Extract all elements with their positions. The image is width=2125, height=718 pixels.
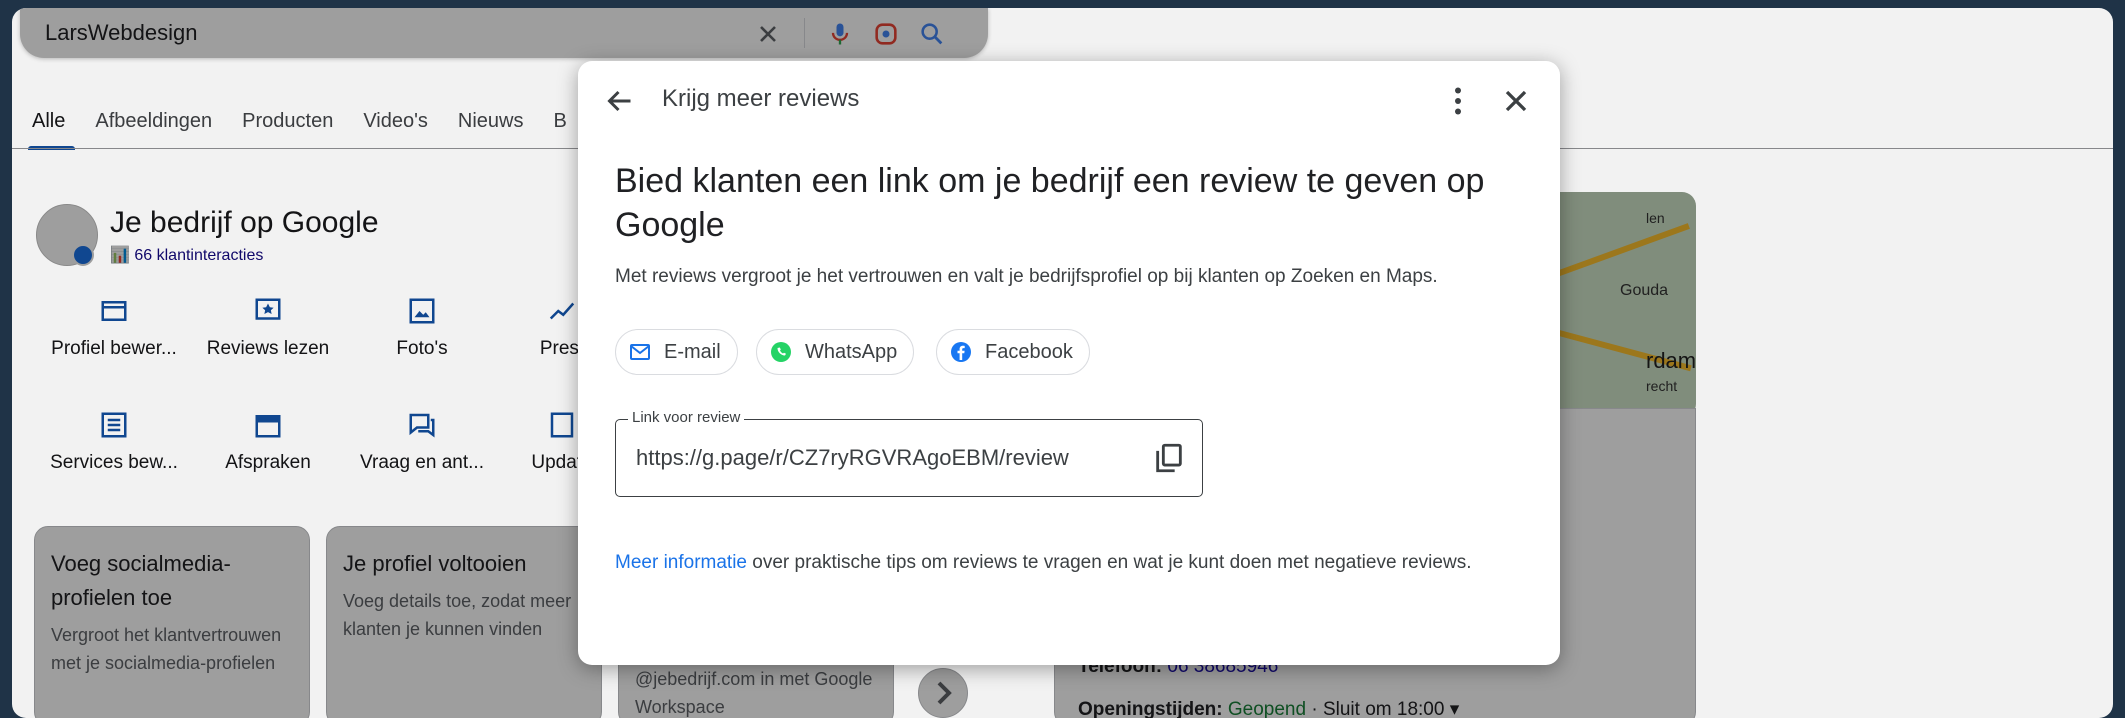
- share-facebook-label: Facebook: [985, 340, 1073, 363]
- close-icon[interactable]: [1498, 83, 1534, 119]
- search-divider: [804, 18, 805, 48]
- calendar-icon: [255, 415, 281, 438]
- card-title: Voeg socialmedia-profielen toe: [51, 551, 231, 610]
- search-tabs: Alle Afbeeldingen Producten Video's Nieu…: [27, 110, 597, 150]
- card-text: Voeg details toe, zodat meer klanten je …: [343, 591, 572, 639]
- card-title: Je profiel voltooien: [343, 551, 527, 576]
- chat-icon: [409, 413, 435, 438]
- storefront-icon: [101, 301, 127, 321]
- hours-dropdown[interactable]: · Sluit om 18:00 ▾: [1306, 699, 1459, 718]
- trend-icon: [549, 302, 575, 320]
- dialog-footer: Meer informatie over praktische tips om …: [615, 549, 1495, 577]
- action-label: Profiel bewer...: [51, 338, 177, 359]
- mic-icon[interactable]: [826, 20, 854, 48]
- whatsapp-icon: [771, 342, 791, 362]
- review-link-field: Link voor review: [615, 409, 1203, 497]
- card-complete-profile[interactable]: Je profiel voltooien Voeg details toe, z…: [326, 526, 602, 718]
- copy-icon[interactable]: [1152, 441, 1186, 475]
- search-bar[interactable]: LarsWebdesign: [20, 8, 988, 58]
- mail-icon: [630, 344, 650, 360]
- review-link-input[interactable]: [636, 442, 1136, 474]
- action-label: Foto's: [396, 338, 448, 359]
- tab-all[interactable]: Alle: [27, 110, 76, 150]
- list-icon: [101, 412, 127, 438]
- verified-badge-icon: [72, 244, 94, 266]
- dialog-title: Krijg meer reviews: [662, 85, 860, 112]
- facebook-icon: [951, 342, 971, 362]
- chevron-right-icon: [937, 681, 952, 705]
- lens-icon[interactable]: [872, 20, 900, 48]
- share-facebook-button[interactable]: Facebook: [936, 329, 1090, 375]
- action-label: Services bew...: [50, 452, 178, 473]
- map-label: len: [1646, 210, 1665, 226]
- tab-videos[interactable]: Video's: [363, 110, 428, 133]
- carousel-next-button[interactable]: [918, 668, 968, 718]
- get-more-reviews-dialog: Krijg meer reviews Bied klanten een link…: [578, 61, 1560, 665]
- more-options-icon[interactable]: [1440, 83, 1476, 119]
- tab-news[interactable]: Nieuws: [458, 110, 524, 133]
- map-label: recht: [1646, 378, 1678, 394]
- tab-products[interactable]: Producten: [242, 110, 333, 133]
- photo-icon: [409, 298, 435, 324]
- hours-status: Geopend: [1227, 699, 1307, 718]
- search-query[interactable]: LarsWebdesign: [45, 20, 197, 46]
- action-label: Afspraken: [225, 452, 311, 473]
- action-label: Reviews lezen: [206, 338, 330, 359]
- dialog-description: Met reviews vergroot je het vertrouwen e…: [615, 266, 1438, 287]
- card-text: @jebedrijf.com in met Google Workspace: [635, 669, 873, 717]
- star-review-icon: [255, 298, 281, 320]
- map-label: Gouda: [1620, 282, 1669, 299]
- card-text: Vergroot het klantvertrouwen met je soci…: [51, 625, 282, 673]
- hours-label: Openingstijden:: [1078, 699, 1223, 718]
- back-arrow-icon[interactable]: [602, 83, 638, 119]
- share-email-button[interactable]: E-mail: [615, 329, 738, 375]
- dialog-heading: Bied klanten een link om je bedrijf een …: [615, 162, 1485, 244]
- map-label: rdam: [1646, 348, 1697, 373]
- search-icon[interactable]: [918, 20, 946, 48]
- hours-row: Openingstijden: Geopend · Sluit om 18:00…: [1078, 698, 1459, 718]
- interactions-link[interactable]: 📊 66 klantinteracties: [110, 245, 263, 265]
- footer-text: over praktische tips om reviews te vrage…: [747, 552, 1472, 573]
- post-icon: [550, 412, 574, 438]
- more-info-link[interactable]: Meer informatie: [615, 552, 747, 573]
- business-title: Je bedrijf op Google: [110, 206, 379, 239]
- card-social-profiles[interactable]: Voeg socialmedia-profielen toe Vergroot …: [34, 526, 310, 718]
- review-link-label: Link voor review: [628, 409, 745, 426]
- tab-books[interactable]: B: [554, 110, 567, 133]
- clear-icon[interactable]: [754, 20, 782, 48]
- search-results-page: LarsWebdesign Alle Afbeeldingen Producte…: [12, 8, 2113, 718]
- tab-images[interactable]: Afbeeldingen: [95, 110, 212, 133]
- interactions-count: 66 klantinteracties: [134, 247, 264, 264]
- share-whatsapp-label: WhatsApp: [805, 340, 898, 363]
- share-whatsapp-button[interactable]: WhatsApp: [756, 329, 915, 375]
- share-email-label: E-mail: [664, 340, 721, 363]
